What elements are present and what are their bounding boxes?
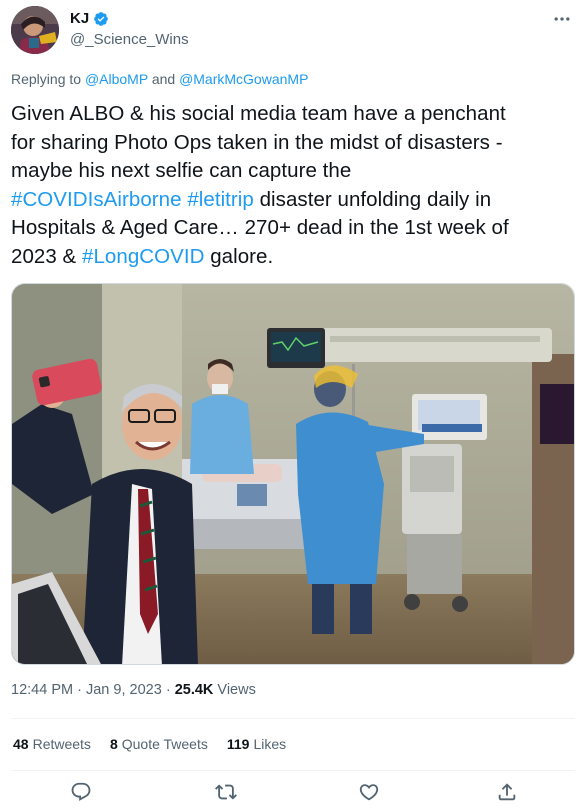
likes-stat[interactable]: 119 Likes	[227, 736, 286, 752]
avatar-illustration	[11, 6, 59, 54]
tweet-time[interactable]: 12:44 PM	[11, 682, 73, 698]
quotes-count: 8	[109, 736, 118, 752]
tweet-text-segment: galore.	[210, 244, 274, 268]
retweet-icon	[215, 784, 237, 800]
quotes-label: Quote Tweets	[121, 736, 208, 752]
tweet-meta: 12:44 PM · Jan 9, 2023 · 25.4K Views	[11, 682, 256, 698]
reply-button[interactable]	[68, 779, 94, 805]
tweet-text-segment: disaster unfolding daily in	[259, 187, 492, 211]
tweet-text-segment: 2023 &	[11, 244, 77, 268]
tweet-line: maybe his next selfie can capture the	[11, 159, 352, 182]
divider	[11, 770, 575, 771]
display-name[interactable]: KJ	[70, 10, 89, 28]
author-name-row: KJ	[70, 10, 109, 28]
retweets-count: 48	[13, 736, 29, 752]
likes-label: Likes	[253, 736, 287, 752]
author-handle[interactable]: @_Science_Wins	[70, 31, 189, 48]
tweet-line: for sharing Photo Ops taken in the midst…	[11, 130, 503, 154]
retweets-stat[interactable]: 48 Retweets	[13, 736, 91, 752]
divider	[11, 718, 575, 719]
tweet-line: Given ALBO & his social media team have …	[11, 102, 506, 125]
tweet-line: #COVIDIsAirborne #letitrip disaster unfo…	[11, 186, 576, 215]
likes-count: 119	[226, 736, 250, 752]
tweet-header: KJ @_Science_Wins	[0, 0, 585, 64]
tweet-line: 2023 & #LongCOVID galore.	[11, 243, 576, 272]
like-button[interactable]	[356, 779, 382, 805]
retweets-label: Retweets	[32, 736, 91, 752]
tweet-photo[interactable]	[11, 283, 575, 665]
tweet-date[interactable]: Jan 9, 2023	[86, 682, 162, 698]
share-icon	[498, 783, 516, 801]
meta-separator: ·	[77, 682, 82, 698]
reply-context: Replying to @AlboMP and @MarkMcGowanMP	[11, 71, 308, 87]
retweet-button[interactable]	[213, 779, 239, 805]
tweet-text: Given ALBO & his social media team have …	[11, 100, 576, 271]
avatar[interactable]	[11, 6, 59, 54]
more-options-icon[interactable]	[551, 8, 573, 30]
quote-tweets-stat[interactable]: 8 Quote Tweets	[110, 736, 208, 752]
hashtag-longcovid[interactable]: #LongCOVID	[82, 245, 204, 268]
reply-joiner: and	[151, 71, 176, 87]
meta-separator: ·	[165, 682, 171, 698]
views-count: 25.4K	[174, 682, 214, 698]
verified-badge-icon	[94, 12, 109, 26]
hashtag-covidisairborne[interactable]: #COVIDIsAirborne	[11, 188, 182, 211]
action-bar	[0, 777, 585, 809]
mention-albomp[interactable]: @AlboMP	[85, 71, 148, 87]
reply-prefix: Replying to	[11, 71, 82, 87]
heart-icon	[359, 784, 379, 801]
mention-markmcgowanmp[interactable]: @MarkMcGowanMP	[179, 71, 308, 87]
views-label: Views	[217, 682, 256, 698]
reply-icon	[71, 782, 91, 801]
engagement-stats: 48 Retweets 8 Quote Tweets 119 Likes	[13, 736, 286, 752]
share-button[interactable]	[494, 779, 520, 805]
hashtag-letitrip[interactable]: #letitrip	[187, 188, 254, 211]
photo-illustration	[12, 284, 574, 664]
tweet-line: Hospitals & Aged Care… 270+ dead in the …	[11, 216, 509, 239]
